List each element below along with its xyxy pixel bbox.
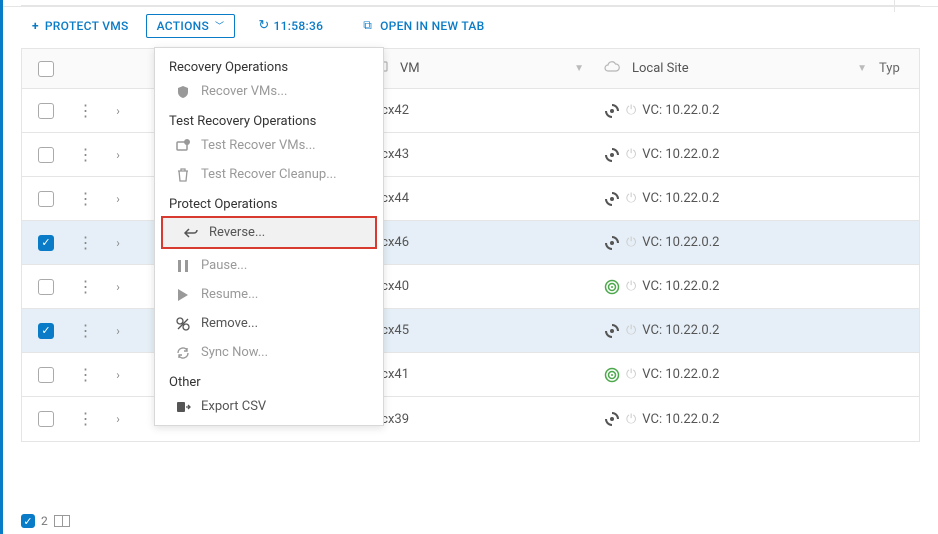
power-icon: ⏻: [626, 323, 636, 338]
row-checkbox[interactable]: [38, 367, 54, 383]
dropdown-item-sync[interactable]: Sync Now...: [155, 338, 383, 367]
dropdown-item-recover-vms[interactable]: Recover VMs...: [155, 77, 383, 106]
dropdown-section-other: Other: [155, 367, 383, 392]
sync-icon: [175, 346, 191, 360]
test-recover-icon: [175, 139, 191, 153]
vc-address: VC: 10.22.0.2: [642, 147, 719, 162]
status-icon: [604, 191, 620, 207]
expand-icon[interactable]: ›: [116, 280, 120, 294]
row-menu-icon[interactable]: ⋮: [78, 191, 93, 207]
power-icon: ⏻: [626, 147, 636, 162]
dropdown-item-export-csv[interactable]: Export CSV: [155, 392, 383, 421]
selected-count: 2: [41, 514, 48, 528]
new-tab-icon: ⧉: [363, 18, 372, 33]
row-checkbox[interactable]: [38, 103, 54, 119]
expand-icon[interactable]: ›: [116, 412, 120, 426]
expand-icon[interactable]: ›: [116, 236, 120, 250]
row-checkbox[interactable]: ✓: [38, 235, 54, 251]
vc-address: VC: 10.22.0.2: [642, 367, 719, 382]
vc-address: VC: 10.22.0.2: [642, 191, 719, 206]
sort-icon: ▼: [574, 63, 584, 74]
open-new-tab-label: OPEN IN NEW TAB: [380, 19, 484, 33]
open-new-tab-button[interactable]: ⧉ OPEN IN NEW TAB: [352, 13, 495, 38]
row-menu-icon[interactable]: ⋮: [78, 323, 93, 339]
refresh-icon: ↻: [258, 18, 269, 33]
expand-icon[interactable]: ›: [116, 192, 120, 206]
protect-vms-label: PROTECT VMS: [45, 19, 129, 33]
power-icon: ⏻: [626, 191, 636, 206]
actions-button[interactable]: ACTIONS ﹀: [146, 14, 236, 38]
refresh-button[interactable]: ↻ 11:58:36: [247, 13, 334, 38]
status-icon: [604, 103, 620, 119]
power-icon: ⏻: [626, 367, 636, 382]
select-all-checkbox[interactable]: [38, 61, 54, 77]
actions-label: ACTIONS: [157, 19, 209, 33]
dropdown-item-remove[interactable]: Remove...: [155, 309, 383, 338]
vc-address: VC: 10.22.0.2: [642, 412, 719, 427]
dropdown-section-test: Test Recovery Operations: [155, 106, 383, 131]
row-checkbox[interactable]: [38, 279, 54, 295]
toolbar: + PROTECT VMS ACTIONS ﹀ ↻ 11:58:36 ⧉ OPE…: [3, 6, 938, 44]
export-icon: [175, 401, 191, 413]
expand-icon[interactable]: ›: [116, 368, 120, 382]
status-icon: [604, 323, 620, 339]
vc-address: VC: 10.22.0.2: [642, 323, 719, 338]
row-checkbox[interactable]: [38, 147, 54, 163]
cloud-icon: [604, 61, 620, 77]
table-footer: ✓ 2: [21, 514, 70, 528]
row-menu-icon[interactable]: ⋮: [78, 235, 93, 251]
vc-address: VC: 10.22.0.2: [642, 235, 719, 250]
dropdown-item-resume[interactable]: Resume...: [155, 280, 383, 309]
dropdown-item-test-recover[interactable]: Test Recover VMs...: [155, 131, 383, 160]
row-menu-icon[interactable]: ⋮: [78, 279, 93, 295]
dropdown-item-pause[interactable]: Pause...: [155, 251, 383, 280]
power-icon: ⏻: [626, 235, 636, 250]
row-checkbox[interactable]: [38, 191, 54, 207]
protect-vms-button[interactable]: + PROTECT VMS: [21, 14, 140, 38]
remove-icon: [175, 317, 191, 331]
column-header-local-site[interactable]: Local Site ▼: [596, 61, 879, 77]
column-header-vm[interactable]: VM ▼: [366, 60, 596, 78]
dropdown-section-protect: Protect Operations: [155, 189, 383, 214]
chevron-down-icon: ﹀: [215, 19, 224, 32]
power-icon: ⏻: [626, 279, 636, 294]
shield-icon: [175, 85, 191, 99]
plus-icon: +: [32, 19, 39, 33]
expand-icon[interactable]: ›: [116, 324, 120, 338]
sort-icon: ▼: [857, 63, 867, 74]
row-menu-icon[interactable]: ⋮: [78, 367, 93, 383]
reverse-icon: [183, 227, 199, 239]
dropdown-item-reverse[interactable]: Reverse...: [163, 218, 375, 247]
vc-address: VC: 10.22.0.2: [642, 103, 719, 118]
dropdown-item-test-cleanup[interactable]: Test Recover Cleanup...: [155, 160, 383, 189]
selected-count-icon: ✓: [21, 514, 35, 528]
row-checkbox[interactable]: ✓: [38, 323, 54, 339]
expand-icon[interactable]: ›: [116, 148, 120, 162]
dropdown-section-recovery: Recovery Operations: [155, 52, 383, 77]
column-header-type[interactable]: Typ: [879, 61, 919, 76]
play-icon: [175, 289, 191, 301]
status-icon: [604, 367, 620, 383]
refresh-time: 11:58:36: [274, 19, 324, 33]
row-menu-icon[interactable]: ⋮: [78, 411, 93, 427]
row-menu-icon[interactable]: ⋮: [78, 147, 93, 163]
expand-icon[interactable]: ›: [116, 104, 120, 118]
pause-icon: [175, 260, 191, 272]
vc-address: VC: 10.22.0.2: [642, 279, 719, 294]
status-icon: [604, 279, 620, 295]
actions-dropdown: Recovery Operations Recover VMs... Test …: [154, 47, 384, 426]
status-icon: [604, 147, 620, 163]
column-picker-button[interactable]: [54, 515, 70, 527]
status-icon: [604, 411, 620, 427]
row-checkbox[interactable]: [38, 411, 54, 427]
power-icon: ⏻: [626, 412, 636, 427]
power-icon: ⏻: [626, 103, 636, 118]
row-menu-icon[interactable]: ⋮: [78, 103, 93, 119]
status-icon: [604, 235, 620, 251]
trash-icon: [175, 168, 191, 182]
